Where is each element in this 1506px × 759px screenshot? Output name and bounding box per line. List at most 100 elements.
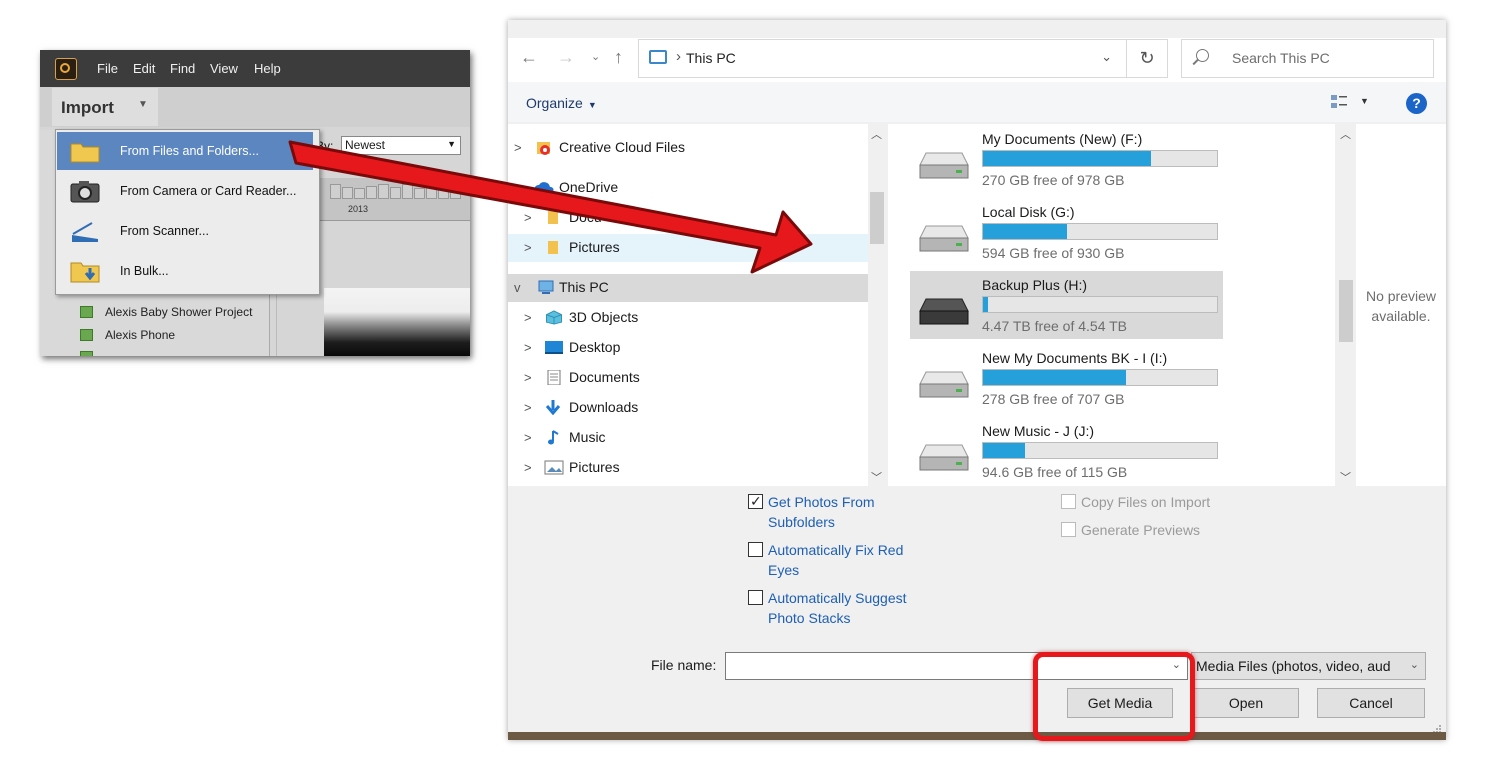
help-button[interactable]: ? <box>1406 93 1427 114</box>
refresh-icon[interactable]: ↻ <box>1126 39 1168 78</box>
expand-chevron-icon[interactable]: > <box>524 370 532 385</box>
timeline-year: 2013 <box>348 204 369 214</box>
change-view-icon[interactable] <box>1330 94 1348 110</box>
expand-chevron-icon[interactable]: > <box>524 430 532 445</box>
menu-item-from-camera[interactable]: From Camera or Card Reader... <box>57 172 313 210</box>
expand-chevron-icon[interactable]: > <box>524 210 532 225</box>
downloads-icon <box>545 400 561 415</box>
menu-item-from-files-and-folders[interactable]: From Files and Folders... <box>57 132 313 170</box>
tree-item-onedrive[interactable]: v OneDrive <box>508 174 868 202</box>
drive-item[interactable]: My Documents (New) (F:) 270 GB free of 97… <box>910 125 1223 193</box>
checkbox-box[interactable]: ✓ <box>748 493 763 509</box>
drives-scrollbar[interactable]: ︿ ﹀ <box>1336 124 1356 486</box>
tree-item-desktop[interactable]: > Desktop <box>508 334 868 362</box>
drive-item[interactable]: Local Disk (G:) 594 GB free of 930 GB <box>910 198 1223 266</box>
scrollbar-thumb[interactable] <box>870 192 884 244</box>
checkmark-icon: ✓ <box>750 493 762 509</box>
tree-item-pictures-onedrive[interactable]: > Pictures <box>508 234 868 262</box>
collapse-chevron-icon[interactable]: v <box>514 180 521 195</box>
timeline[interactable]: 2013 <box>318 178 470 221</box>
search-input[interactable]: Search This PC <box>1181 39 1434 78</box>
chevron-down-icon: ▼ <box>447 139 456 149</box>
menu-file[interactable]: File <box>97 61 118 76</box>
checkbox-box[interactable] <box>748 542 763 557</box>
tree-item-this-pc[interactable]: v This PC <box>508 274 868 302</box>
tree-item-pictures[interactable]: > Pictures <box>508 454 868 482</box>
drive-item[interactable]: New Music - J (J:) 94.6 GB free of 115 GB <box>910 417 1223 485</box>
music-icon <box>548 430 559 445</box>
menu-item-from-scanner[interactable]: From Scanner... <box>57 212 313 250</box>
drive-usage-fill <box>983 297 988 312</box>
checkbox-box[interactable] <box>1061 494 1076 509</box>
pictures-icon <box>544 460 564 475</box>
photo-thumbnail[interactable] <box>324 288 470 356</box>
expand-chevron-icon[interactable]: > <box>524 310 532 325</box>
menu-view[interactable]: View <box>210 61 238 76</box>
cancel-button[interactable]: Cancel <box>1317 688 1425 718</box>
back-arrow-icon[interactable]: ← <box>520 47 538 68</box>
drive-name: New My Documents BK - I (I:) <box>982 350 1168 366</box>
scroll-down-icon[interactable]: ﹀ <box>1340 469 1351 485</box>
up-arrow-icon[interactable]: ↑ <box>614 47 623 68</box>
scroll-down-icon[interactable]: ﹀ <box>871 469 882 485</box>
hard-drive-icon <box>919 444 969 471</box>
chevron-down-icon: ▼ <box>138 99 148 110</box>
tree-item-creative-cloud[interactable]: > Creative Cloud Files <box>508 134 868 162</box>
scrollbar-thumb[interactable] <box>1339 280 1353 342</box>
expand-chevron-icon[interactable]: > <box>524 460 532 475</box>
expand-chevron-icon[interactable]: > <box>524 240 532 255</box>
bulk-folder-icon <box>70 262 100 283</box>
file-type-select[interactable]: Media Files (photos, video, aud ⌄ <box>1191 652 1426 680</box>
drive-name: Local Disk (G:) <box>982 204 1075 220</box>
import-button[interactable]: Import ▼ <box>52 88 158 126</box>
tree-item-documents-onedrive[interactable]: > Docu <box>508 204 868 232</box>
chevron-down-icon[interactable]: ⌄ <box>1101 49 1112 65</box>
file-name-label: File name: <box>651 657 717 673</box>
sort-value: Newest <box>345 138 386 152</box>
folder-icon <box>70 143 100 163</box>
open-button[interactable]: Open <box>1193 688 1299 718</box>
3d-objects-icon <box>546 310 562 325</box>
menu-find[interactable]: Find <box>170 61 195 76</box>
album-icon <box>80 306 93 318</box>
drive-usage-fill <box>983 370 1126 385</box>
album-icon <box>80 329 93 341</box>
drive-free-space: 594 GB free of 930 GB <box>982 245 1125 261</box>
address-bar[interactable]: › This PC ⌄ <box>638 39 1127 78</box>
scroll-up-icon[interactable]: ︿ <box>871 126 882 142</box>
navigation-scrollbar[interactable]: ︿ ﹀ <box>868 124 886 486</box>
creative-cloud-icon <box>537 142 550 155</box>
tree-item-downloads[interactable]: > Downloads <box>508 394 868 422</box>
forward-arrow-icon[interactable]: → <box>557 47 575 68</box>
chevron-down-icon[interactable]: ▼ <box>1360 96 1369 106</box>
import-label: Import <box>61 98 114 117</box>
tree-item-documents[interactable]: > Documents <box>508 364 868 392</box>
recent-locations-icon[interactable]: ⌄ <box>591 50 600 63</box>
organize-button[interactable]: Organize ▼ <box>526 95 597 111</box>
menu-help[interactable]: Help <box>254 61 281 76</box>
desktop-icon <box>545 341 563 354</box>
file-type-value: Media Files (photos, video, aud <box>1196 658 1391 674</box>
folder-icon <box>548 211 558 224</box>
collapse-chevron-icon[interactable]: v <box>514 280 521 295</box>
sort-select[interactable]: Newest ▼ <box>341 136 461 155</box>
tree-item-music[interactable]: > Music <box>508 424 868 452</box>
menu-item-in-bulk[interactable]: In Bulk... <box>57 252 313 290</box>
camera-icon <box>70 181 100 203</box>
menu-edit[interactable]: Edit <box>133 61 155 76</box>
checkbox-box[interactable] <box>748 590 763 605</box>
drive-item[interactable]: Backup Plus (H:) 4.47 TB free of 4.54 TB <box>910 271 1223 339</box>
external-drive-icon <box>919 298 969 325</box>
highlight-box <box>1033 652 1195 741</box>
scroll-up-icon[interactable]: ︿ <box>1340 126 1351 142</box>
scanner-icon <box>72 222 98 242</box>
documents-icon <box>547 370 561 385</box>
expand-chevron-icon[interactable]: > <box>524 400 532 415</box>
tree-item-3d-objects[interactable]: > 3D Objects <box>508 304 868 332</box>
drive-item[interactable]: New My Documents BK - I (I:) 278 GB free … <box>910 344 1223 412</box>
album-icon <box>80 351 93 356</box>
background-organizer-strip <box>508 732 1446 740</box>
expand-chevron-icon[interactable]: > <box>514 140 522 155</box>
expand-chevron-icon[interactable]: > <box>524 340 532 355</box>
checkbox-box[interactable] <box>1061 522 1076 537</box>
